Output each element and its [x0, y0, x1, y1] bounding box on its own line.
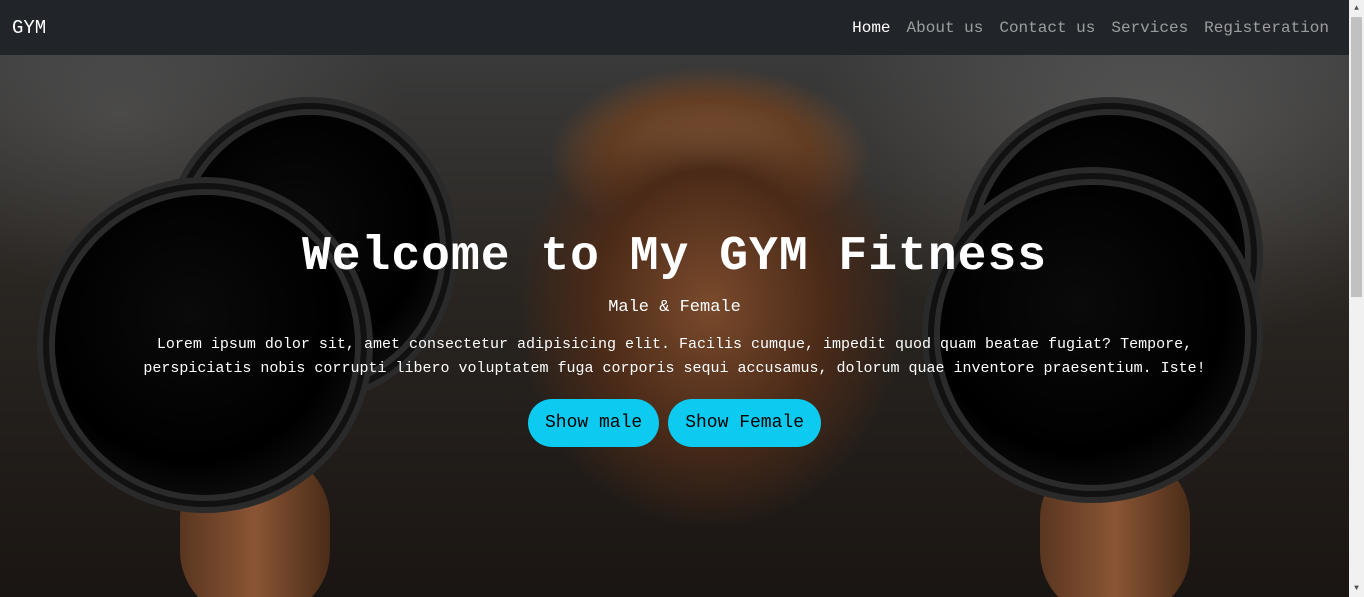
navbar: GYM Home About us Contact us Services Re…: [0, 0, 1349, 55]
show-male-button[interactable]: Show male: [527, 399, 660, 447]
hero-buttons: Show male Show Female: [527, 399, 822, 447]
nav-link-registeration[interactable]: Registeration: [1196, 19, 1337, 37]
hero-description: Lorem ipsum dolor sit, amet consectetur …: [143, 336, 1206, 377]
triangle-up-icon[interactable]: ▲: [1349, 0, 1364, 17]
nav-links: Home About us Contact us Services Regist…: [844, 19, 1337, 37]
nav-link-about-us[interactable]: About us: [899, 19, 992, 37]
brand-logo[interactable]: GYM: [12, 17, 46, 39]
nav-link-home[interactable]: Home: [844, 19, 898, 37]
hero-subtitle: Male & Female: [608, 298, 741, 317]
vertical-scrollbar[interactable]: ▲ ▼: [1349, 0, 1364, 597]
hero-title: Welcome to My GYM Fitness: [301, 230, 1048, 284]
show-female-button[interactable]: Show Female: [668, 399, 822, 447]
scrollbar-thumb[interactable]: [1351, 17, 1362, 297]
triangle-down-icon[interactable]: ▼: [1349, 580, 1364, 597]
nav-link-services[interactable]: Services: [1103, 19, 1196, 37]
hero-content: Welcome to My GYM Fitness Male & Female …: [0, 55, 1349, 597]
nav-link-contact-us[interactable]: Contact us: [991, 19, 1103, 37]
